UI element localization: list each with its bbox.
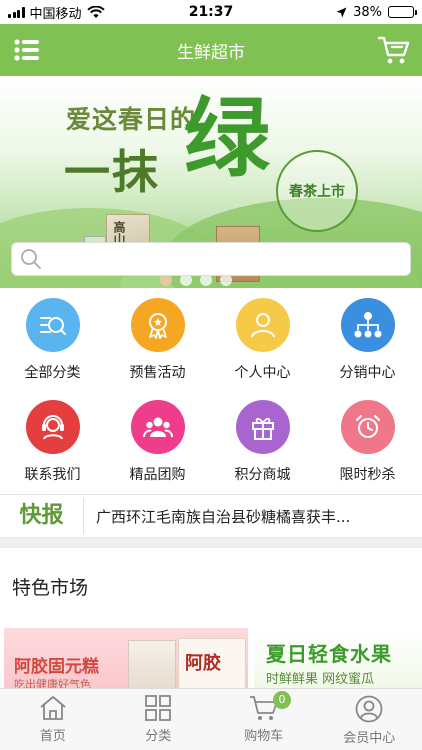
user-circle-icon [355, 695, 383, 723]
list-menu-icon[interactable] [14, 38, 40, 62]
signal-icon [8, 6, 25, 18]
tab-bar: 首页 分类 0 购物车 会员中心 [0, 688, 422, 750]
banner-headline-2: 一抹 [64, 145, 160, 199]
tab-category[interactable]: 分类 [106, 689, 212, 750]
news-ticker[interactable]: 快报 广西环江毛南族自治县砂糖橘喜获丰... [0, 494, 422, 538]
banner-headline: 爱这春日的 [66, 105, 197, 134]
page-title: 生鲜超市 [177, 42, 245, 63]
tab-label: 购物车 [244, 729, 284, 744]
tab-member[interactable]: 会员中心 [317, 689, 422, 750]
category-label: 个人中心 [234, 365, 291, 381]
promo-card-right[interactable]: 夏日轻食水果 时鲜鲜果 网纹蜜瓜 [254, 628, 422, 688]
news-text[interactable]: 广西环江毛南族自治县砂糖橘喜获丰... [84, 506, 404, 527]
promo-banner[interactable]: 爱这春日的 一抹 绿 春茶上市 高山绿茶 [0, 76, 422, 288]
alarm-clock-icon [340, 400, 395, 454]
product-box-image: 阿胶 [178, 638, 246, 688]
category-item-groupbuy[interactable]: 精品团购 [105, 390, 210, 490]
gift-icon [235, 400, 290, 454]
wifi-icon [86, 5, 105, 18]
cart-count-badge: 0 [273, 691, 291, 709]
category-label: 精品团购 [129, 467, 186, 483]
carrier-label: 中国移动 [29, 6, 82, 22]
grid-icon [145, 695, 172, 721]
category-item-contact[interactable]: 联系我们 [0, 390, 105, 490]
category-item-distribution[interactable]: 分销中心 [315, 288, 420, 388]
status-bar: 中国移动 21:37 38% [0, 0, 422, 24]
category-label: 联系我们 [24, 467, 81, 483]
news-tag: 快报 [0, 498, 84, 534]
tab-label: 分类 [145, 729, 172, 744]
support-agent-icon [25, 400, 80, 454]
section-title: 特色市场 [12, 577, 89, 599]
cart-icon[interactable] [378, 35, 410, 65]
product-brand: 阿胶 [185, 653, 221, 674]
tab-label: 会员中心 [343, 731, 396, 746]
category-label: 预售活动 [129, 365, 186, 381]
search-input[interactable] [48, 244, 410, 274]
category-label: 分销中心 [339, 365, 396, 381]
status-left: 中国移动 [8, 3, 105, 22]
tab-label: 首页 [39, 729, 66, 744]
tab-cart[interactable]: 0 购物车 [211, 689, 317, 750]
group-icon [130, 400, 185, 454]
category-label: 限时秒杀 [339, 467, 396, 483]
section-divider [0, 538, 422, 548]
user-icon [235, 298, 290, 352]
category-item-presale[interactable]: 预售活动 [105, 288, 210, 388]
product-box-image [128, 640, 176, 688]
category-grid: 全部分类 预售活动 个人中心 分销中心 联系我们 精品团购 积分商城 限时秒杀 [0, 288, 422, 493]
banner-seal-text: 春茶上市 [289, 184, 345, 200]
battery-percent: 38% [353, 4, 382, 20]
category-item-all[interactable]: 全部分类 [0, 288, 105, 388]
search-bar[interactable] [11, 242, 411, 276]
home-icon [40, 696, 66, 720]
search-icon [21, 249, 41, 269]
promo-title: 阿胶固元糕 [14, 657, 99, 677]
location-arrow-icon [336, 7, 347, 17]
medal-icon [130, 298, 185, 352]
category-item-points-mall[interactable]: 积分商城 [210, 390, 315, 490]
promo-subtitle: 时鲜鲜果 网纹蜜瓜 [266, 672, 375, 687]
battery-icon [388, 6, 417, 18]
promo-card-left[interactable]: 阿胶固元糕 吃出健康好气色 阿胶 [4, 628, 248, 688]
nav-bar: 生鲜超市 [0, 24, 422, 76]
category-item-flash-sale[interactable]: 限时秒杀 [315, 390, 420, 490]
promo-title: 夏日轻食水果 [266, 642, 392, 666]
banner-big-char: 绿 [184, 88, 270, 189]
promo-subtitle: 吃出健康好气色 [14, 678, 91, 688]
tab-home[interactable]: 首页 [0, 689, 106, 750]
status-right: 38% [336, 4, 417, 20]
category-label: 积分商城 [234, 467, 291, 483]
banner-seal: 春茶上市 [276, 150, 358, 232]
share-tree-icon [340, 298, 395, 352]
category-item-profile[interactable]: 个人中心 [210, 288, 315, 388]
search-list-icon [25, 298, 80, 352]
category-label: 全部分类 [24, 365, 81, 381]
